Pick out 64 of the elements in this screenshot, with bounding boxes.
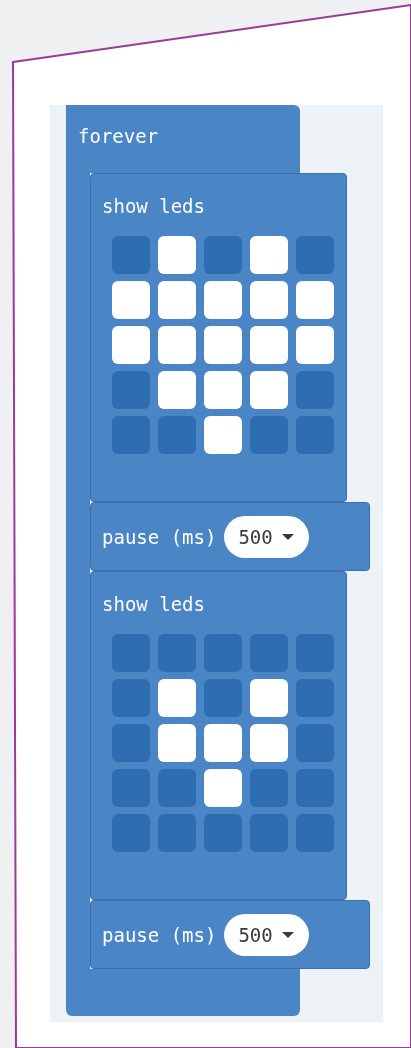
led-cell[interactable] xyxy=(296,281,334,319)
led-cell[interactable] xyxy=(112,724,150,762)
pause-block[interactable]: pause (ms) 500 xyxy=(90,900,370,969)
led-cell[interactable] xyxy=(112,416,150,454)
led-cell[interactable] xyxy=(112,236,150,274)
block-label: show leds xyxy=(102,195,205,217)
led-cell[interactable] xyxy=(296,724,334,762)
led-cell[interactable] xyxy=(296,634,334,672)
led-cell[interactable] xyxy=(296,769,334,807)
led-cell[interactable] xyxy=(204,724,242,762)
led-cell[interactable] xyxy=(112,769,150,807)
block-label: show leds xyxy=(102,593,205,615)
led-cell[interactable] xyxy=(112,679,150,717)
show-leds-block[interactable]: show leds xyxy=(90,571,347,900)
led-cell[interactable] xyxy=(296,326,334,364)
led-cell[interactable] xyxy=(204,281,242,319)
duration-dropdown[interactable]: 500 xyxy=(224,913,309,956)
led-cell[interactable] xyxy=(250,814,288,852)
led-cell[interactable] xyxy=(250,281,288,319)
led-cell[interactable] xyxy=(158,679,196,717)
led-cell[interactable] xyxy=(204,634,242,672)
block-label: pause (ms) xyxy=(102,525,217,548)
led-cell[interactable] xyxy=(112,634,150,672)
led-cell[interactable] xyxy=(158,724,196,762)
forever-block[interactable]: forever xyxy=(66,105,300,173)
led-cell[interactable] xyxy=(250,416,288,454)
led-cell[interactable] xyxy=(158,634,196,672)
led-cell[interactable] xyxy=(158,236,196,274)
led-cell[interactable] xyxy=(296,371,334,409)
led-cell[interactable] xyxy=(158,416,196,454)
led-cell[interactable] xyxy=(250,236,288,274)
led-cell[interactable] xyxy=(158,281,196,319)
led-cell[interactable] xyxy=(204,416,242,454)
led-cell[interactable] xyxy=(204,814,242,852)
led-cell[interactable] xyxy=(158,326,196,364)
led-cell[interactable] xyxy=(204,679,242,717)
block-label: pause (ms) xyxy=(102,923,217,946)
block-label: forever xyxy=(78,125,159,147)
led-cell[interactable] xyxy=(204,326,242,364)
led-cell[interactable] xyxy=(296,679,334,717)
led-cell[interactable] xyxy=(204,236,242,274)
led-cell[interactable] xyxy=(250,724,288,762)
duration-dropdown[interactable]: 500 xyxy=(224,515,309,558)
led-cell[interactable] xyxy=(158,814,196,852)
led-cell[interactable] xyxy=(250,634,288,672)
led-cell[interactable] xyxy=(250,326,288,364)
led-cell[interactable] xyxy=(296,236,334,274)
caret-icon xyxy=(280,930,295,939)
led-cell[interactable] xyxy=(296,416,334,454)
led-cell[interactable] xyxy=(158,371,196,409)
led-cell[interactable] xyxy=(296,814,334,852)
led-cell[interactable] xyxy=(112,326,150,364)
led-cell[interactable] xyxy=(204,371,242,409)
led-cell[interactable] xyxy=(112,281,150,319)
led-cell[interactable] xyxy=(250,769,288,807)
show-leds-block[interactable]: show leds xyxy=(90,173,347,502)
caret-icon xyxy=(280,532,295,541)
led-cell[interactable] xyxy=(250,679,288,717)
led-cell[interactable] xyxy=(158,769,196,807)
led-cell[interactable] xyxy=(250,371,288,409)
led-cell[interactable] xyxy=(112,814,150,852)
led-cell[interactable] xyxy=(204,769,242,807)
led-cell[interactable] xyxy=(112,371,150,409)
pause-block[interactable]: pause (ms) 500 xyxy=(90,502,370,571)
